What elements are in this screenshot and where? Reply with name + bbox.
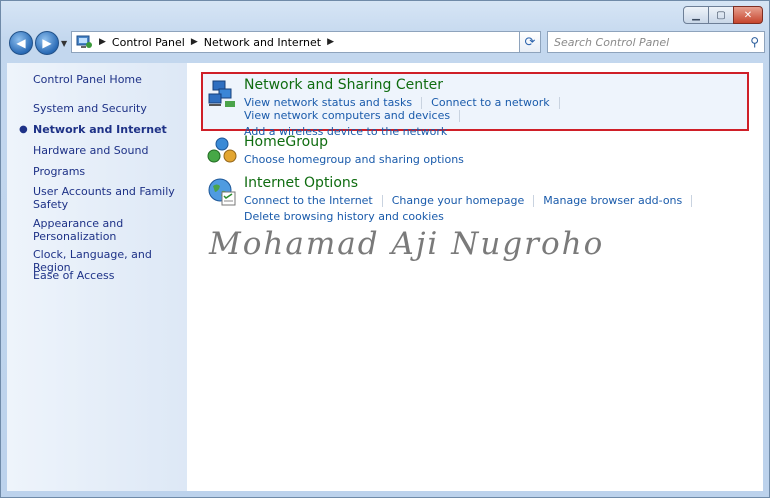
link-separator: [558, 97, 560, 109]
link-separator: [691, 195, 693, 207]
sidebar-item-system-and-security[interactable]: System and Security: [33, 102, 183, 115]
link-delete-browsing-history[interactable]: Delete browsing history and cookies: [244, 210, 444, 223]
sidebar-item-programs[interactable]: Programs: [33, 165, 183, 178]
arrow-right-icon: ▶: [42, 36, 52, 50]
arrow-left-icon: ◀: [16, 36, 26, 50]
internet-options-links: Connect to the Internet Change your homep…: [244, 194, 754, 223]
explorer-window: ▁ ▢ ✕ ◀ ▶ ▼ ▶ Control Panel ▶ Network an…: [0, 0, 770, 498]
chevron-right-icon: ▶: [99, 37, 106, 47]
search-input[interactable]: Search Control Panel ⚲: [547, 31, 765, 53]
navigation-bar: ◀ ▶ ▼ ▶ Control Panel ▶ Network and Inte…: [7, 30, 765, 56]
recent-pages-dropdown[interactable]: ▼: [61, 39, 67, 48]
sidebar-item-ease-of-access[interactable]: Ease of Access: [33, 269, 183, 282]
control-panel-icon: [75, 34, 93, 50]
sidebar-home-link[interactable]: Control Panel Home: [33, 73, 183, 86]
sidebar-item-network-and-internet[interactable]: Network and Internet: [33, 123, 183, 136]
search-placeholder: Search Control Panel: [554, 36, 670, 49]
back-button[interactable]: ◀: [9, 31, 33, 55]
link-separator: [459, 110, 461, 122]
chevron-right-icon[interactable]: ▶: [327, 37, 334, 47]
network-icon: [208, 80, 235, 107]
chevron-right-icon[interactable]: ▶: [191, 37, 198, 47]
homegroup-links: Choose homegroup and sharing options: [244, 153, 754, 166]
homegroup-title[interactable]: HomeGroup: [244, 134, 328, 150]
caption-buttons: ▁ ▢ ✕: [683, 6, 763, 24]
link-separator: [533, 195, 535, 207]
homegroup-icon: [207, 137, 237, 163]
network-sharing-center-links: View network status and tasks Connect to …: [244, 96, 754, 138]
maximize-button[interactable]: ▢: [708, 6, 734, 24]
internet-options-icon: [208, 178, 236, 206]
link-connect-to-internet[interactable]: Connect to the Internet: [244, 194, 373, 207]
link-view-network-status[interactable]: View network status and tasks: [244, 96, 412, 109]
breadcrumb-control-panel[interactable]: Control Panel: [112, 36, 185, 49]
refresh-button[interactable]: ⟳: [519, 31, 541, 53]
sidebar-item-user-accounts[interactable]: User Accounts and Family Safety: [33, 185, 183, 211]
link-separator: [421, 97, 423, 109]
refresh-icon: ⟳: [524, 34, 536, 50]
link-separator: [381, 195, 383, 207]
link-connect-to-network[interactable]: Connect to a network: [431, 96, 549, 109]
close-button[interactable]: ✕: [733, 6, 763, 24]
minimize-button[interactable]: ▁: [683, 6, 709, 24]
main-content: Network and Sharing Center View network …: [187, 63, 763, 491]
sidebar-item-appearance[interactable]: Appearance and Personalization: [33, 217, 183, 243]
link-choose-homegroup-options[interactable]: Choose homegroup and sharing options: [244, 153, 464, 166]
watermark-text: Mohamad Aji Nugroho: [209, 226, 605, 262]
network-sharing-center-title[interactable]: Network and Sharing Center: [244, 77, 443, 93]
forward-button[interactable]: ▶: [35, 31, 59, 55]
internet-options-title[interactable]: Internet Options: [244, 175, 358, 191]
link-change-homepage[interactable]: Change your homepage: [392, 194, 525, 207]
search-icon[interactable]: ⚲: [750, 35, 759, 49]
link-manage-addons[interactable]: Manage browser add-ons: [543, 194, 682, 207]
breadcrumb-network-and-internet[interactable]: Network and Internet: [204, 36, 321, 49]
sidebar-item-hardware-and-sound[interactable]: Hardware and Sound: [33, 144, 183, 157]
link-view-network-computers[interactable]: View network computers and devices: [244, 109, 450, 122]
address-bar[interactable]: ▶ Control Panel ▶ Network and Internet ▶…: [71, 31, 535, 53]
sidebar: Control Panel Home System and Security ●…: [7, 63, 187, 491]
selected-bullet-icon: ●: [19, 124, 28, 135]
